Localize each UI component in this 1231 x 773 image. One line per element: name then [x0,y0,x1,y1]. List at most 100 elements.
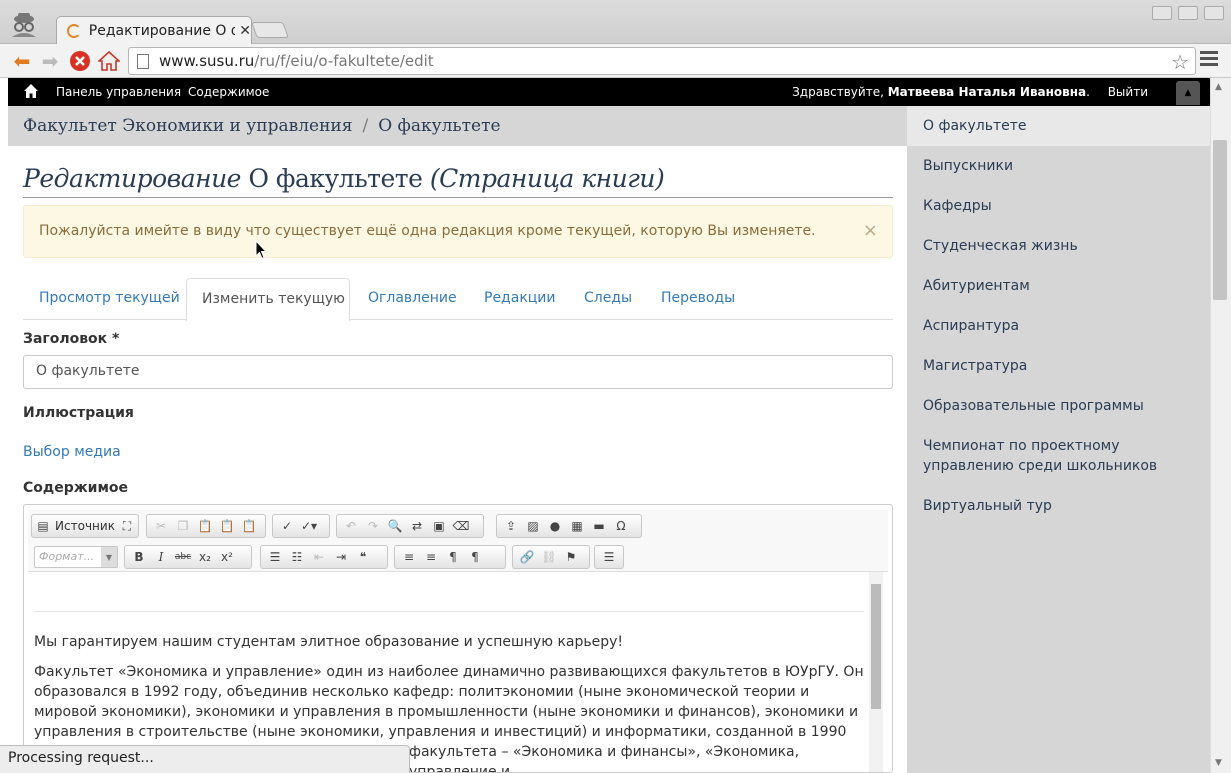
tab-close-icon[interactable]: ✕ [239,23,251,39]
select-media-link[interactable]: Выбор медиа [23,444,121,460]
toolbar-toggle-icon[interactable]: ▲ [1176,81,1200,105]
replace-icon[interactable]: ⇄ [406,516,428,536]
page-title-name: О факультете [248,164,423,193]
paste-word-icon[interactable]: 📋 [238,516,260,536]
redo-icon[interactable]: ↷ [362,516,384,536]
minimize-button[interactable] [1152,6,1172,20]
tab-revisions[interactable]: Редакции [484,290,556,306]
outdent-icon[interactable]: ⇤ [308,547,330,567]
find-icon[interactable]: 🔍 [384,516,406,536]
admin-panel-link[interactable]: Панель управления [56,85,181,99]
sidebar-item-postgraduate[interactable]: Аспирантура [923,316,1193,336]
browser-tabstrip: Редактирование О ф ✕ [0,0,1231,44]
select-all-icon[interactable]: ▣ [428,516,450,536]
numbered-list-icon[interactable]: ☰ [264,547,286,567]
sidebar-item-virtual-tour[interactable]: Виртуальный тур [923,496,1193,516]
new-tab-button[interactable] [251,22,289,38]
scroll-up-icon[interactable]: ▲ [1215,82,1222,92]
close-window-button[interactable] [1204,6,1224,20]
back-arrow-icon[interactable]: ⬅ [10,49,34,73]
editor-paragraph-2-tail: факультета – «Экономика и финансы», «Эко… [409,744,800,772]
scroll-down-icon[interactable]: ▼ [1215,758,1222,768]
address-bar[interactable]: www.susu.ru/ru/f/eiu/o-fakultete/edit ☆ [128,47,1196,75]
tab-edit-current[interactable]: Изменить текущую [186,278,350,321]
bold-button[interactable]: B [128,547,150,567]
undo-icon[interactable]: ↶ [340,516,362,536]
tab-translations[interactable]: Переводы [661,290,735,306]
copy-icon[interactable]: ❐ [172,516,194,536]
logout-link[interactable]: Выйти [1108,85,1148,99]
page-scroll-thumb[interactable] [1213,140,1227,300]
browser-menu-icon[interactable] [1200,51,1218,71]
admin-toolbar: Панель управления Содержимое Здравствуйт… [8,78,1210,106]
home-icon[interactable] [97,49,121,73]
cut-icon[interactable]: ✂ [150,516,172,536]
align-right-icon[interactable]: ≡ [420,547,442,567]
editor-scrollbar[interactable] [869,572,883,772]
loading-spinner-icon [67,23,81,38]
superscript-icon[interactable]: x² [216,547,238,567]
flash-icon[interactable]: ● [544,516,566,536]
remove-format-icon[interactable]: ⌫ [450,516,472,536]
format-dropdown-icon[interactable]: ▼ [101,547,117,567]
strikethrough-button[interactable]: abc [172,547,194,567]
breadcrumb-current[interactable]: О факультете [378,116,500,136]
special-char-icon[interactable]: Ω [610,516,632,536]
breadcrumb-faculty[interactable]: Факультет Экономики и управления [23,116,352,136]
title-input[interactable]: О факультете [23,355,893,389]
paste-text-icon[interactable]: 📋 [216,516,238,536]
page-title: Редактирование О факультете (Страница кн… [23,164,893,198]
upload-icon[interactable]: ⇪ [500,516,522,536]
paste-icon[interactable]: 📋 [194,516,216,536]
maximize-button[interactable] [1178,6,1198,20]
editor-content[interactable]: Мы гарантируем нашим студентам элитное о… [34,572,868,772]
subscript-icon[interactable]: x₂ [194,547,216,567]
link-icon[interactable]: 🔗 [516,547,538,567]
sidebar-item-departments[interactable]: Кафедры [923,196,1193,216]
align-left-icon[interactable]: ≡ [398,547,420,567]
page-title-type: (Страница книги) [429,164,665,193]
ltr-icon[interactable]: ¶ [442,547,464,567]
maximize-editor-icon[interactable]: ⛶ [119,516,135,536]
sidebar-item-masters[interactable]: Магистратура [923,356,1193,376]
tab-traces[interactable]: Следы [584,290,632,306]
page-break-icon[interactable]: ☰ [598,547,620,567]
indent-icon[interactable]: ⇥ [330,547,352,567]
blockquote-icon[interactable]: ❝ [352,547,374,567]
basic-styles-group: B Iabc x₂ x² [124,545,252,569]
editor-scroll-thumb[interactable] [871,584,881,709]
horizontal-rule-icon[interactable]: ▬ [588,516,610,536]
sidebar-item-student-life[interactable]: Студенческая жизнь [923,236,1193,256]
incognito-icon [12,13,36,37]
user-name[interactable]: Матвеева Наталья Ивановна [888,85,1086,99]
sidebar-item-graduates[interactable]: Выпускники [923,156,1193,176]
alert-close-icon[interactable]: × [863,220,878,241]
rtl-icon[interactable]: ¶ [464,547,486,567]
spellcheck-dropdown-icon[interactable]: ✓▾ [298,516,320,536]
admin-content-link[interactable]: Содержимое [188,85,269,99]
sidebar-item-about[interactable]: О факультете [923,116,1193,136]
browser-tab[interactable]: Редактирование О ф ✕ [56,16,252,44]
url-path: /ru/f/eiu/o-fakultete/edit [254,52,434,70]
page-title-prefix: Редактирование [23,164,241,193]
tab-outline[interactable]: Оглавление [368,290,457,306]
page-scrollbar[interactable]: ▲ ▼ [1210,78,1231,773]
tab-view-current[interactable]: Просмотр текущей [39,290,180,306]
anchor-icon[interactable]: ⚑ [560,547,582,567]
format-select[interactable]: Формат... ▼ [34,546,118,568]
bookmark-star-icon[interactable]: ☆ [1171,50,1189,74]
image-icon[interactable]: ▨ [522,516,544,536]
source-group: ▤ Источник ⛶ [31,514,139,538]
italic-button[interactable]: I [150,547,172,567]
bullet-list-icon[interactable]: ☷ [286,547,308,567]
forward-arrow-icon[interactable]: ➡ [38,49,62,73]
table-icon[interactable]: ▦ [566,516,588,536]
sidebar-item-championship[interactable]: Чемпионат по проектному управлению среди… [923,436,1193,476]
sidebar-item-programs[interactable]: Образовательные программы [923,396,1193,416]
stop-icon[interactable] [68,49,92,73]
admin-home-icon[interactable] [24,84,38,98]
unlink-icon[interactable]: ⛓ [538,547,560,567]
spellcheck-icon[interactable]: ✓ [276,516,298,536]
sidebar-item-applicants[interactable]: Абитуриентам [923,276,1193,296]
source-button[interactable]: Источник [55,519,115,533]
